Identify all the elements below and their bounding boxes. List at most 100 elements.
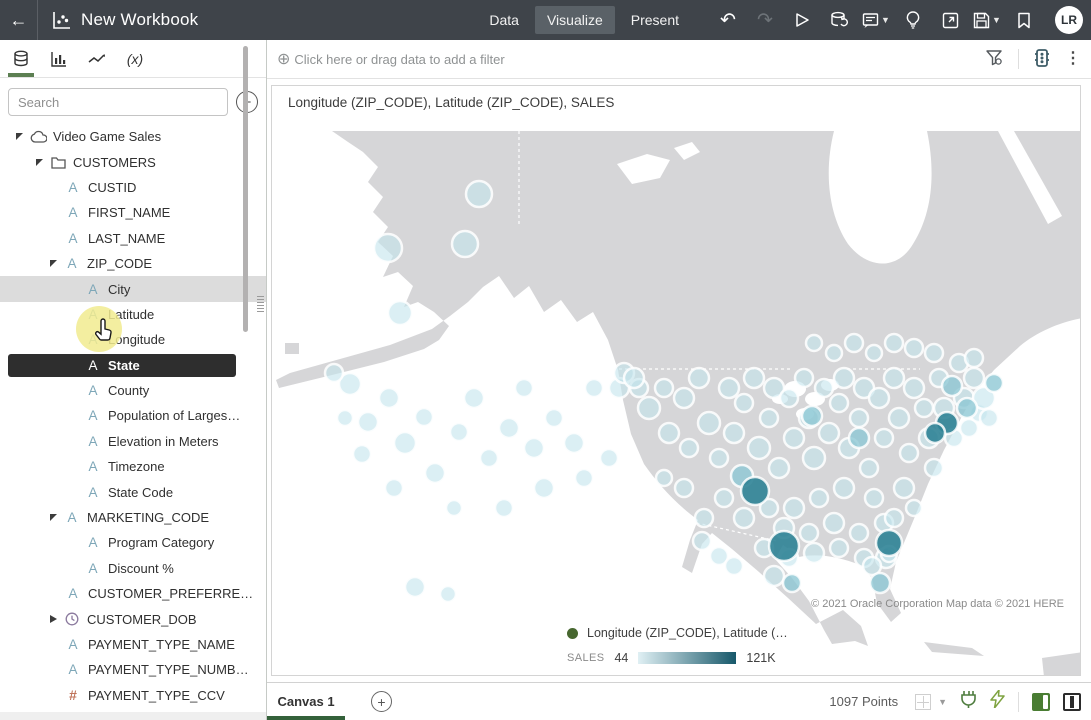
map-data-point[interactable] [337, 410, 353, 426]
map-data-point[interactable] [965, 349, 983, 367]
map-data-point[interactable] [925, 423, 945, 443]
map-data-point[interactable] [957, 398, 977, 418]
tree-item-latitude[interactable]: ALatitude [0, 302, 266, 327]
map-data-point[interactable] [830, 394, 848, 412]
map-data-point[interactable] [850, 409, 868, 427]
map-data-point[interactable] [545, 409, 563, 427]
right-panel-toggle-icon[interactable] [1063, 693, 1081, 711]
map-data-point[interactable] [889, 408, 909, 428]
map-data-point[interactable] [374, 234, 402, 262]
map-data-point[interactable] [741, 477, 769, 505]
map-data-point[interactable] [585, 379, 603, 397]
tree-item-population-of-larges-[interactable]: APopulation of Larges… [0, 403, 266, 428]
map-data-point[interactable] [795, 369, 813, 387]
parameters-panel-tab[interactable]: (x) [120, 40, 150, 77]
bookmark-icon[interactable] [1009, 5, 1039, 35]
map-data-point[interactable] [915, 399, 933, 417]
map-data-point[interactable] [394, 432, 416, 454]
map-data-point[interactable] [845, 334, 863, 352]
map-data-point[interactable] [769, 458, 789, 478]
export-icon[interactable] [935, 5, 965, 35]
map-data-point[interactable] [869, 388, 889, 408]
map-data-point[interactable] [830, 539, 848, 557]
search-input[interactable] [8, 88, 228, 116]
user-avatar[interactable]: LR [1055, 6, 1083, 34]
insights-icon[interactable] [898, 5, 928, 35]
save-caret-icon[interactable]: ▼ [992, 15, 1001, 25]
map-data-point[interactable] [379, 388, 399, 408]
map-data-point[interactable] [964, 368, 984, 388]
map-data-point[interactable] [499, 418, 519, 438]
tree-item-zip-code[interactable]: AZIP_CODE [0, 251, 266, 276]
map-data-point[interactable] [450, 423, 468, 441]
redo-icon[interactable]: ↷ [750, 5, 780, 35]
canvas-tab[interactable]: Canvas 1 [267, 683, 345, 720]
map-data-point[interactable] [804, 543, 824, 563]
tree-item-county[interactable]: ACounty [0, 378, 266, 403]
auto-apply-icon[interactable] [990, 690, 1005, 713]
tree-item-payment-type-name[interactable]: APAYMENT_TYPE_NAME [0, 632, 266, 657]
map-data-point[interactable] [850, 524, 868, 542]
map-data-point[interactable] [656, 470, 672, 486]
map-data-point[interactable] [353, 445, 371, 463]
map-data-point[interactable] [884, 368, 904, 388]
map-data-point[interactable] [388, 301, 412, 325]
layout-grid-icon[interactable] [915, 694, 931, 710]
map-data-point[interactable] [710, 449, 728, 467]
annotate-caret-icon[interactable]: ▼ [881, 15, 890, 25]
map-data-point[interactable] [480, 449, 498, 467]
map-data-point[interactable] [810, 489, 828, 507]
map-data-point[interactable] [802, 406, 822, 426]
map-data-point[interactable] [464, 388, 484, 408]
map-data-point[interactable] [495, 499, 513, 517]
map-data-point[interactable] [925, 459, 943, 477]
tab-present[interactable]: Present [619, 6, 691, 34]
map-data-point[interactable] [866, 345, 882, 361]
more-menu-icon[interactable]: ⋮ [1065, 52, 1081, 66]
map-data-point[interactable] [900, 444, 918, 462]
refresh-data-icon[interactable] [824, 5, 854, 35]
map-data-point[interactable] [904, 378, 924, 398]
map-data-point[interactable] [440, 586, 456, 602]
back-button[interactable]: ← [0, 0, 38, 40]
tab-visualize[interactable]: Visualize [535, 6, 615, 34]
tree-item-discount-[interactable]: ADiscount % [0, 556, 266, 581]
map-data-point[interactable] [325, 364, 343, 382]
format-brush-icon[interactable] [960, 690, 977, 713]
map-data-point[interactable] [824, 513, 844, 533]
map-data-point[interactable] [885, 509, 903, 527]
tree-item-marketing-code[interactable]: AMARKETING_CODE [0, 505, 266, 530]
map-data-point[interactable] [769, 531, 799, 561]
map-data-point[interactable] [800, 524, 818, 542]
sidebar-hscroll-track[interactable] [0, 712, 266, 720]
map-data-point[interactable] [680, 439, 698, 457]
tree-item-payment-type-ccv[interactable]: #PAYMENT_TYPE_CCV [0, 683, 266, 708]
tree-item-elevation-in-meters[interactable]: AElevation in Meters [0, 429, 266, 454]
tree-item-first-name[interactable]: AFIRST_NAME [0, 200, 266, 225]
expand-toggle-icon[interactable] [36, 159, 43, 166]
map-data-point[interactable] [674, 388, 694, 408]
tree-item-city[interactable]: ACity [0, 276, 266, 301]
tab-data[interactable]: Data [477, 6, 531, 34]
map-data-point[interactable] [980, 409, 998, 427]
save-icon[interactable]: ▼ [972, 5, 1002, 35]
map-data-point[interactable] [942, 376, 962, 396]
map-data-point[interactable] [865, 489, 883, 507]
map-data-point[interactable] [675, 479, 693, 497]
map-data-point[interactable] [385, 479, 403, 497]
map-visualization[interactable]: Longitude (ZIP_CODE), Latitude (ZIP_CODE… [271, 85, 1081, 676]
map-data-point[interactable] [725, 557, 743, 575]
map-data-point[interactable] [860, 459, 878, 477]
filter-prompt[interactable]: Click here or drag data to add a filter [294, 52, 504, 67]
expand-toggle-icon[interactable] [50, 514, 57, 521]
map-data-point[interactable] [734, 508, 754, 528]
map-data-point[interactable] [735, 394, 753, 412]
expand-toggle-icon[interactable] [50, 260, 57, 267]
map-data-point[interactable] [698, 412, 720, 434]
annotate-icon[interactable]: ▼ [861, 5, 891, 35]
panel-resize-grip[interactable] [257, 296, 264, 314]
map-data-point[interactable] [834, 478, 854, 498]
filter-controls-icon[interactable] [985, 48, 1004, 70]
map-data-point[interactable] [600, 449, 618, 467]
map-data-point[interactable] [783, 574, 801, 592]
